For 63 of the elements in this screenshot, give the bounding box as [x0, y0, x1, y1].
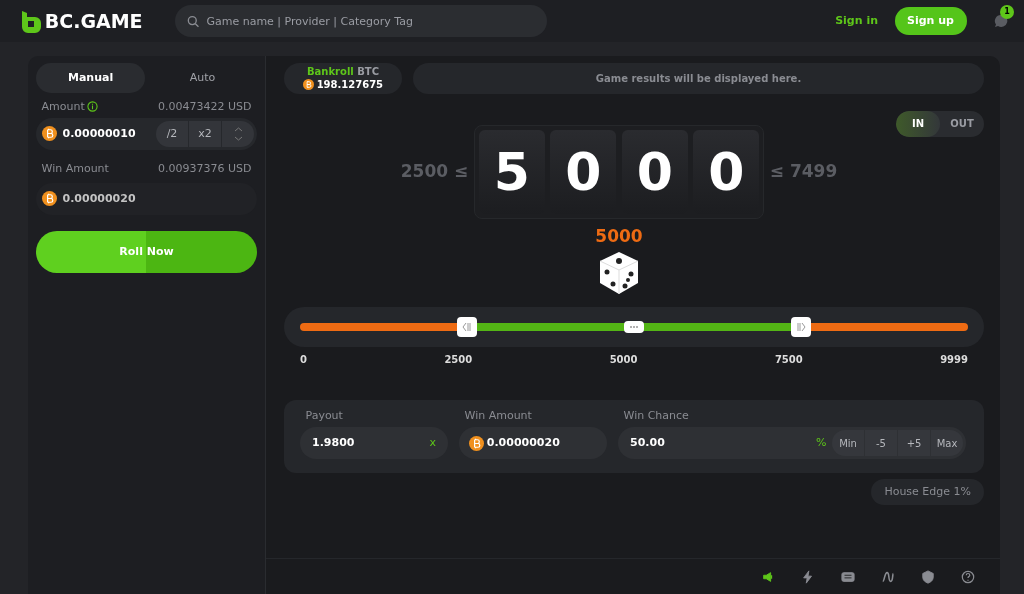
mode-tab[interactable]: Auto [147, 63, 257, 93]
range-slider[interactable] [284, 306, 984, 347]
slider-handle[interactable] [457, 316, 477, 337]
multiplier-suffix: x [429, 435, 436, 451]
info-icon[interactable] [87, 101, 99, 113]
percent-suffix: % [816, 435, 827, 451]
bitcoin-icon [469, 435, 484, 451]
scale-label: 5000 [609, 353, 638, 367]
search-icon [186, 14, 199, 28]
wave-icon[interactable] [881, 569, 895, 584]
mode-toggle[interactable]: IN [896, 110, 940, 137]
win-chance-field[interactable]: 50.00 % Min -5 +5 Max [618, 427, 966, 460]
win-amount-value: 0.00000020 [62, 190, 136, 207]
win-amount-label: Win Amount [463, 408, 533, 424]
win-amount-value: 0.00000020 [486, 435, 560, 451]
scale-label: 2500 [444, 353, 473, 367]
payout-field[interactable]: 1.9800 x [300, 427, 448, 460]
win-chance-label: Win Chance [622, 408, 690, 424]
range-high: ≤ 7499 [769, 159, 838, 183]
amount-field[interactable]: 0.00000010 /2 x2 [36, 117, 257, 150]
mode-tab[interactable]: Manual [36, 63, 146, 93]
currency-label: BTC [357, 65, 380, 77]
bitcoin-icon [42, 126, 57, 142]
lightning-icon[interactable] [801, 569, 815, 584]
payout-value: 1.9800 [312, 435, 355, 451]
shield-icon[interactable] [921, 569, 935, 584]
keyboard-icon[interactable] [841, 569, 855, 584]
notification-badge: 1 [1000, 4, 1014, 19]
range-low: 2500 ≤ [400, 159, 469, 183]
house-edge-button[interactable]: House Edge 1% [871, 478, 984, 505]
usd-value: 0.00473422 USD [158, 98, 252, 115]
result-value: 5000 [594, 225, 644, 248]
chance-button[interactable]: -5 [865, 430, 897, 457]
speaker-icon[interactable] [761, 569, 775, 584]
win-chance-value: 50.00 [630, 435, 666, 451]
chevron-icon [233, 125, 243, 142]
bitcoin-icon [302, 78, 314, 90]
scale-label: 7500 [774, 353, 803, 367]
search-field[interactable]: Game name | Provider | Category Tag [204, 6, 535, 36]
slider-handle[interactable] [624, 320, 644, 333]
win-amount-label: Win Amount [41, 160, 109, 177]
slider-handle[interactable] [791, 316, 811, 337]
amount-value: 0.00000010 [62, 125, 137, 142]
amount-label: Amount [41, 98, 85, 115]
chance-button[interactable]: Min [832, 430, 864, 457]
dice-icon [597, 249, 641, 296]
payout-label: Payout [304, 408, 344, 424]
bankroll-label: Bankroll [306, 65, 354, 77]
logo[interactable]: BC.GAME [20, 6, 143, 36]
scale-label: 0 [300, 353, 307, 367]
bankroll-value: 198.127675 [316, 77, 384, 92]
chance-button[interactable]: +5 [898, 430, 930, 457]
search-bar[interactable]: Game name | Provider | Category Tag [174, 5, 547, 37]
scale-label: 9999 [940, 353, 968, 367]
bitcoin-icon [42, 191, 57, 207]
usd-value: 0.00937376 USD [158, 160, 252, 177]
mode-toggle[interactable]: OUT [940, 110, 984, 137]
multiplier-button[interactable]: /2 [156, 120, 188, 147]
chance-button[interactable]: Max [931, 430, 963, 457]
sign-in-link[interactable]: Sign in [835, 12, 878, 30]
multiplier-button[interactable]: x2 [189, 120, 221, 147]
help-icon[interactable] [961, 569, 975, 584]
results-message: Game results will be displayed here. [413, 63, 984, 94]
